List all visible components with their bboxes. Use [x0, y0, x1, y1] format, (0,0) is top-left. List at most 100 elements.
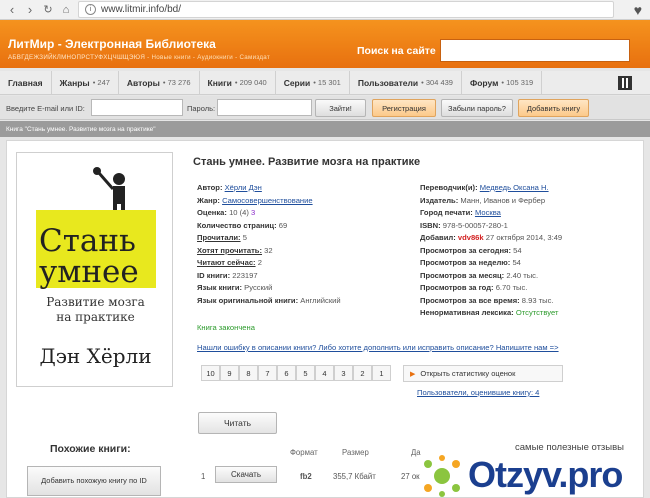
book-field: ID книги: 223197: [197, 271, 258, 280]
info-icon[interactable]: i: [85, 4, 96, 15]
stats-button-label: Открыть статистику оценок: [420, 369, 516, 378]
email-field[interactable]: [91, 99, 183, 116]
book-field: Автор: Хёрли Дэн: [197, 183, 262, 192]
field-label[interactable]: Читают сейчас:: [197, 258, 256, 267]
book-finished-status: Книга закончена: [197, 323, 255, 332]
field-label: Язык книги:: [197, 283, 243, 292]
nav-item[interactable]: Книги • 209 040: [200, 70, 276, 95]
login-bar: Введите E-mail или ID: Пароль: Зайти! Ре…: [0, 96, 650, 120]
back-icon[interactable]: ‹: [3, 1, 21, 19]
reload-icon[interactable]: ↻: [39, 1, 57, 19]
field-label: Просмотров за сегодня:: [420, 245, 512, 255]
nav-item-label: Серии: [283, 77, 311, 88]
field-value[interactable]: Москва: [475, 208, 501, 217]
book-cover[interactable]: Стань умнее Развитие мозга на практике Д…: [16, 152, 173, 387]
added-by-user[interactable]: vdv86k: [458, 233, 484, 242]
main-nav: Главная Жанры • 247 Авторы • 73 276 Книги • 20…: [0, 70, 650, 95]
field-value[interactable]: Медведь Оксана Н.: [480, 183, 549, 192]
report-error-link[interactable]: Нашли ошибку в описании книги? Либо хоти…: [197, 343, 559, 352]
rating-option[interactable]: 8: [239, 365, 258, 381]
rating-option[interactable]: 7: [258, 365, 277, 381]
field-value[interactable]: Хёрли Дэн: [225, 183, 262, 192]
forgot-password-button[interactable]: Забыли пароль?: [441, 99, 513, 117]
nav-item-label: Книги: [207, 77, 232, 88]
field-label: Ненормативная лексика:: [420, 308, 514, 317]
alphabet-letters[interactable]: АБВГДЕЖЗИЙКЛМНОПРСТУФХЦЧШЩЭЮЯ: [8, 54, 145, 61]
add-similar-book-button[interactable]: Добавить похожую книгу по ID: [27, 466, 161, 496]
field-value: Русский: [244, 283, 273, 292]
watermark-tagline: самые полезные отзывы: [512, 442, 627, 453]
rating-option[interactable]: 9: [220, 365, 239, 381]
book-field: Количество страниц: 69: [197, 221, 287, 230]
nav-item[interactable]: Главная: [0, 70, 52, 95]
nav-item[interactable]: Серии • 15 301: [276, 70, 350, 95]
heart-icon[interactable]: ♥: [634, 2, 642, 18]
rating-option[interactable]: 1: [372, 365, 391, 381]
nav-item[interactable]: Жанры • 247: [52, 70, 119, 95]
nav-item-label: Форум: [469, 77, 499, 88]
book-field: Просмотров за все время: 8.93 тыс.: [420, 296, 554, 305]
browser-toolbar: ‹ › ↻ ⌂ i www.litmir.info/bd/ ♥: [0, 0, 650, 20]
field-label: Просмотров за год:: [420, 283, 494, 292]
book-field: Прочитали: 5: [197, 233, 247, 242]
field-label: Просмотров за неделю:: [420, 258, 511, 267]
password-field[interactable]: [217, 99, 312, 116]
register-button[interactable]: Регистрация: [372, 99, 436, 117]
password-label: Пароль:: [187, 104, 216, 113]
rating-extra[interactable]: 3: [251, 208, 255, 217]
open-rating-stats-button[interactable]: ▶ Открыть статистику оценок: [403, 365, 563, 382]
field-value[interactable]: Самосовершенствование: [222, 196, 313, 205]
search-label: Поиск на сайте: [357, 45, 436, 57]
header-sublinks[interactable]: - Новые книги - Аудиокниги - Самиздат: [147, 54, 270, 61]
triangle-right-icon: ▶: [410, 370, 416, 378]
field-label[interactable]: Прочитали:: [197, 233, 241, 242]
rating-option[interactable]: 4: [315, 365, 334, 381]
book-field: Жанр: Самосовершенствование: [197, 196, 313, 205]
book-field: Переводчик(и): Медведь Оксана Н.: [420, 183, 549, 192]
rating-option[interactable]: 5: [296, 365, 315, 381]
field-label: Автор:: [197, 183, 223, 192]
rating-option[interactable]: 2: [353, 365, 372, 381]
nav-item-count: • 304 439: [421, 78, 453, 87]
alphabet-links[interactable]: АБВГДЕЖЗИЙКЛМНОПРСТУФХЦЧШЩЭЮЯ - Новые кн…: [8, 54, 270, 61]
search-input[interactable]: [440, 39, 630, 62]
address-bar[interactable]: i www.litmir.info/bd/: [78, 1, 614, 18]
book-field: ISBN: 978-5-00057-280-1: [420, 221, 508, 230]
book-field: Ненормативная лексика: Отсутствует: [420, 308, 558, 317]
field-label[interactable]: Хотят прочитать:: [197, 246, 262, 255]
cover-subtitle-line2: на практике: [56, 310, 135, 324]
field-label: ISBN:: [420, 220, 441, 230]
field-value: Отсутствует: [515, 308, 559, 317]
book-field: Хотят прочитать: 32: [197, 246, 273, 255]
login-button[interactable]: Зайти!: [315, 99, 366, 117]
rating-option[interactable]: 3: [334, 365, 353, 381]
users-rated-link[interactable]: Пользователи, оценившие книгу: 4: [417, 388, 539, 397]
download-size: 355,7 Кбайт: [333, 472, 376, 481]
field-value: 2: [257, 258, 262, 267]
nav-item-count: • 209 040: [234, 78, 267, 87]
site-title[interactable]: ЛитМир - Электронная Библиотека: [8, 37, 216, 51]
nav-item-count: • 105 319: [501, 78, 534, 87]
cover-subtitle-line1: Развитие мозга: [46, 295, 145, 309]
field-value: 2.40 тыс.: [506, 270, 539, 280]
home-icon[interactable]: ⌂: [57, 1, 75, 19]
rating-pager: 10 9 8 7 6 5 4 3 2 1: [201, 365, 391, 381]
field-label: Просмотров за месяц:: [420, 270, 505, 280]
similar-books-title: Похожие книги:: [50, 443, 131, 455]
rating-option[interactable]: 10: [201, 365, 220, 381]
download-button[interactable]: Скачать: [215, 466, 277, 483]
rating-option[interactable]: 6: [277, 365, 296, 381]
field-value: 5: [242, 233, 247, 242]
book-field: Язык оригинальной книги: Английский: [197, 296, 341, 305]
nav-item[interactable]: Авторы • 73 276: [119, 70, 200, 95]
read-button[interactable]: Читать: [198, 412, 277, 434]
qr-code-icon[interactable]: [618, 76, 632, 90]
nav-item[interactable]: Форум • 105 319: [462, 70, 543, 95]
field-value: 8.93 тыс.: [521, 295, 554, 305]
add-book-button[interactable]: Добавить книгу: [518, 99, 589, 117]
nav-item[interactable]: Пользователи • 304 439: [350, 70, 462, 95]
book-field: Просмотров за месяц: 2.40 тыс.: [420, 271, 538, 280]
forward-icon[interactable]: ›: [21, 1, 39, 19]
watermark: самые полезные отзывы Otzyv.pro: [404, 442, 650, 498]
nav-item-label: Пользователи: [357, 77, 419, 88]
